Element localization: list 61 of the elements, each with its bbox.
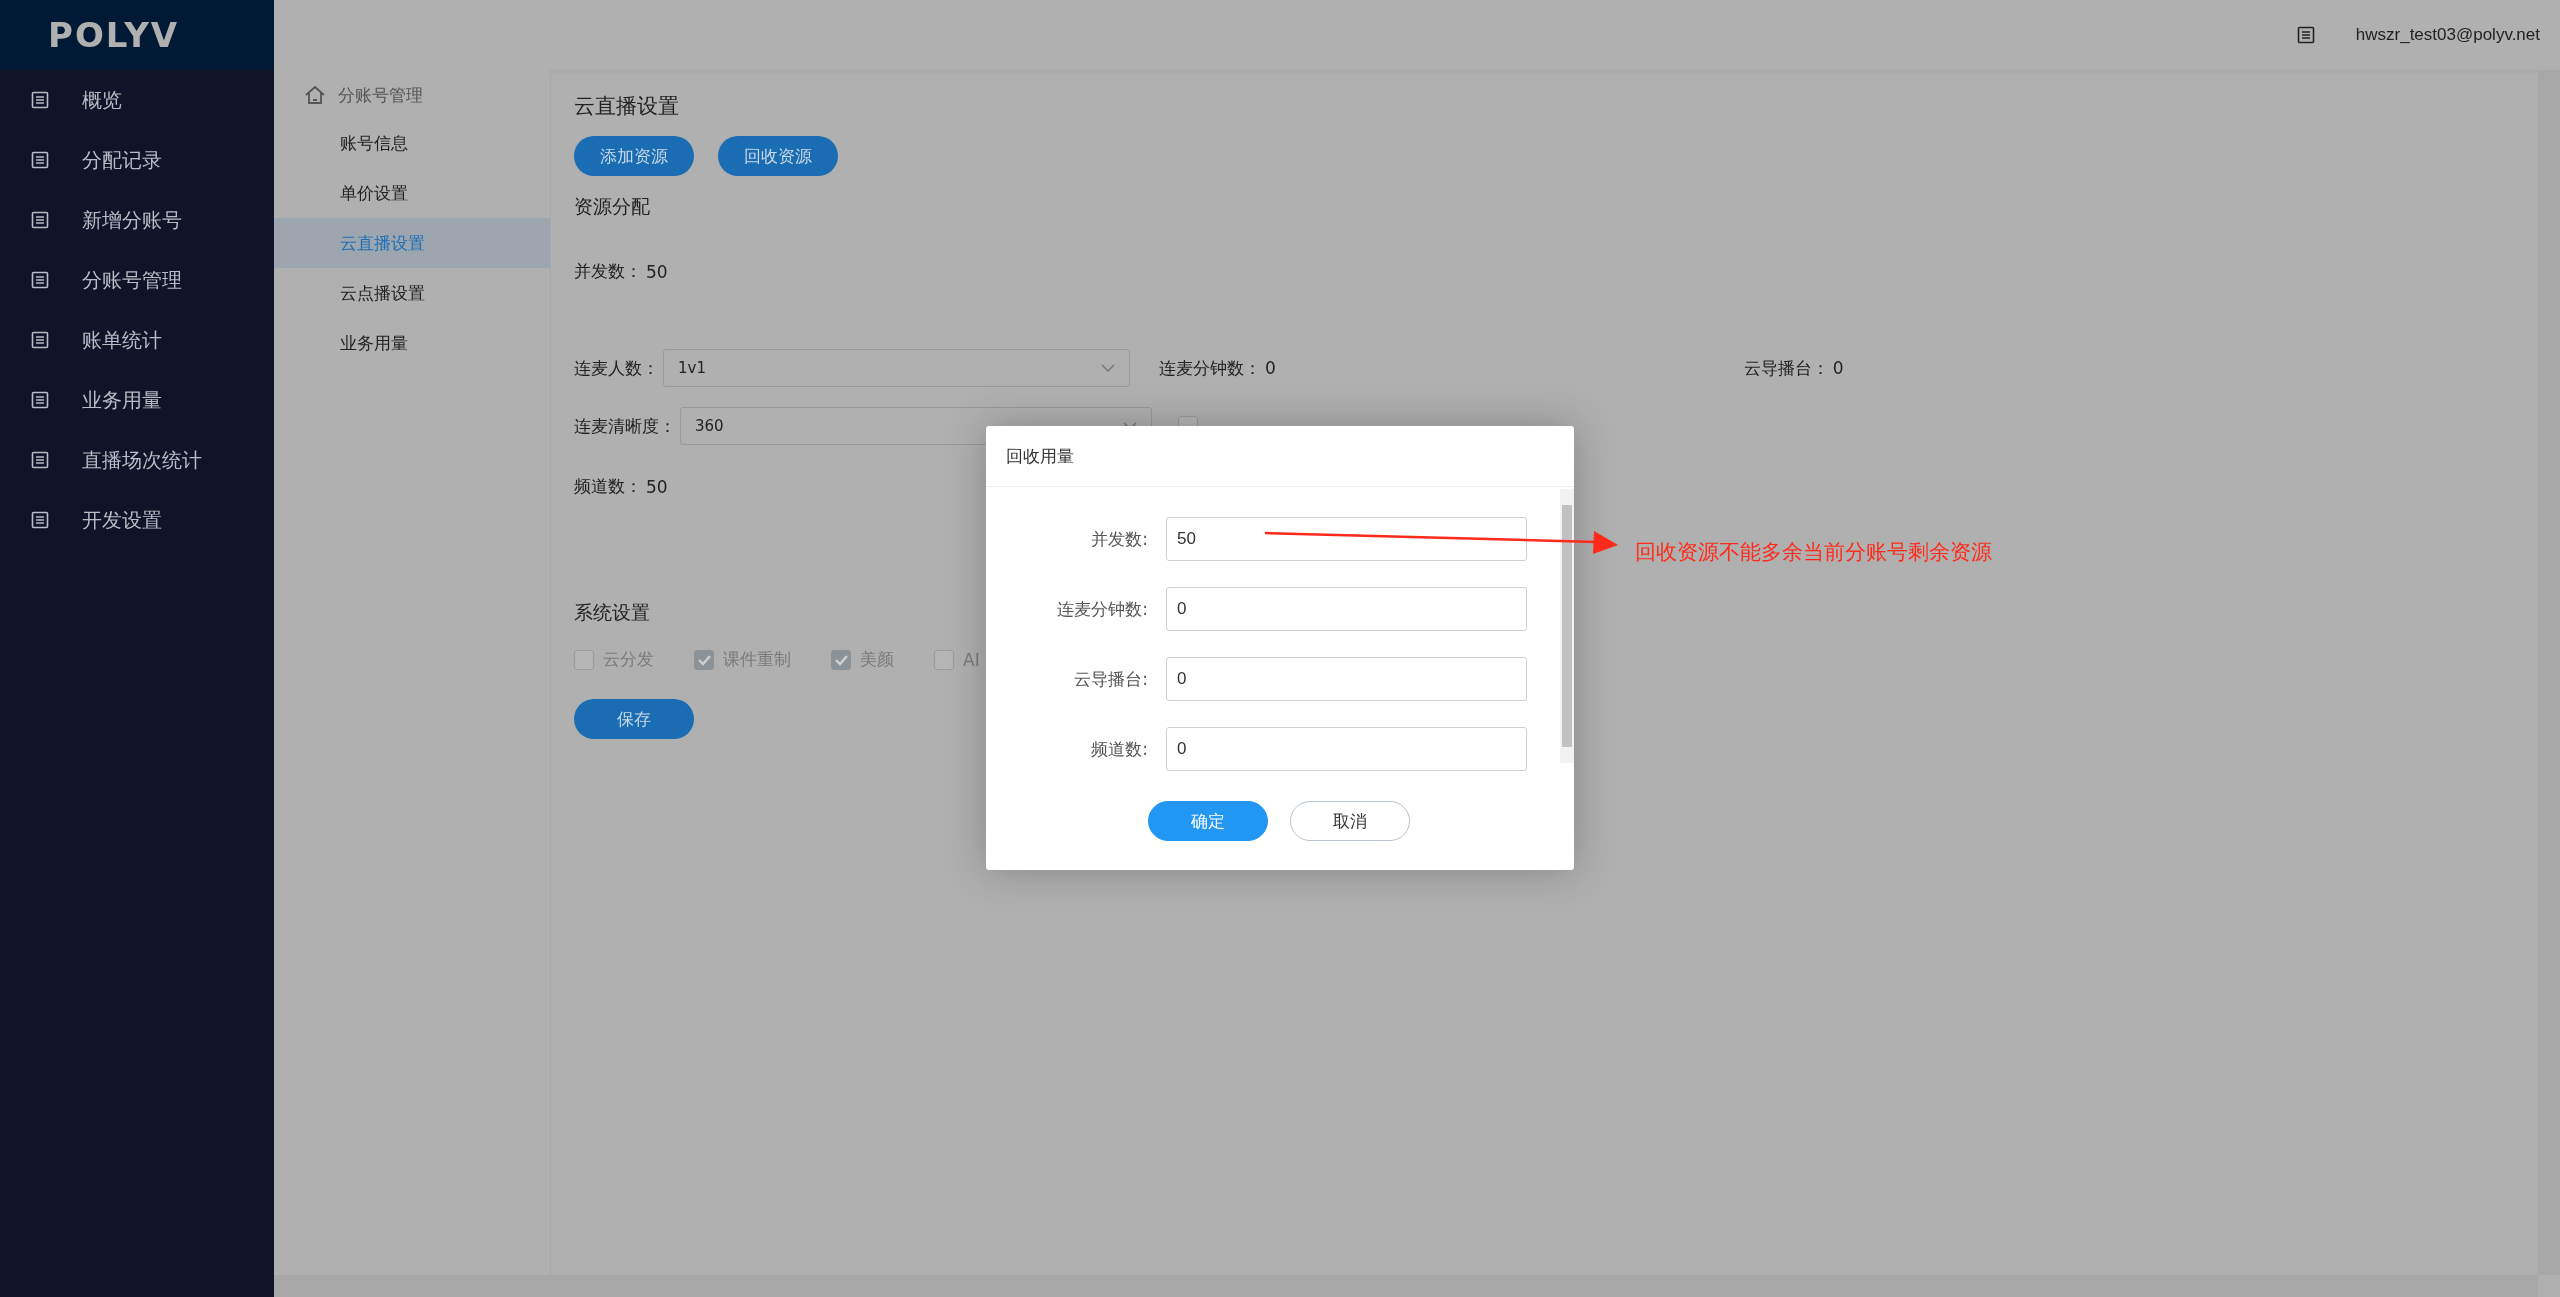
input-field[interactable]: 0 bbox=[1166, 587, 1527, 631]
action-button[interactable]: 添加资源 bbox=[574, 136, 694, 176]
select-field[interactable]: 1v1 bbox=[663, 349, 1130, 387]
chevron-icon bbox=[1101, 363, 1115, 373]
input-field[interactable]: 50 bbox=[1166, 517, 1527, 561]
horizontal-scrollbar[interactable] bbox=[274, 1275, 2538, 1297]
field-value: 50 bbox=[646, 261, 668, 282]
sidebar-item[interactable]: 账单统计 bbox=[0, 310, 274, 370]
annotation-text: 回收资源不能多余当前分账号剩余资源 bbox=[1635, 539, 1992, 566]
sidebar-item[interactable]: 分账号管理 bbox=[0, 250, 274, 310]
field-value: 50 bbox=[646, 476, 668, 497]
field-label: 频道数： bbox=[574, 475, 642, 498]
page-title: 云直播设置 bbox=[574, 93, 680, 116]
list-icon bbox=[30, 90, 50, 110]
cancel-button[interactable]: 取消 bbox=[1289, 801, 1410, 841]
dialog-title: 回收用量 bbox=[1006, 444, 1074, 468]
sidebar-item[interactable]: 业务用量 bbox=[0, 370, 274, 430]
action-button[interactable]: 回收资源 bbox=[718, 136, 838, 176]
field-label: 连麦人数： bbox=[574, 356, 659, 380]
dialog-scrollbar[interactable] bbox=[1560, 489, 1574, 763]
field-label: 云导播台： bbox=[1743, 356, 1829, 380]
field-label: 连麦分钟数: bbox=[1056, 597, 1148, 621]
list-icon bbox=[30, 510, 50, 530]
field-value: 0 bbox=[1265, 358, 1276, 378]
subnav-item[interactable]: 账号信息 bbox=[274, 118, 550, 168]
check-icon bbox=[697, 653, 711, 666]
field-label: 频道数: bbox=[1090, 737, 1148, 761]
field-label: 云导播台: bbox=[1073, 667, 1148, 691]
breadcrumb-title: 分账号管理 bbox=[338, 83, 423, 107]
field-label: 连麦分钟数： bbox=[1159, 356, 1261, 380]
field-value: 0 bbox=[1832, 358, 1844, 378]
sidebar-item[interactable]: 新增分账号 bbox=[0, 190, 274, 250]
section-title: 资源分配 bbox=[574, 194, 650, 219]
subnav-item[interactable]: 业务用量 bbox=[274, 318, 550, 368]
list-icon bbox=[30, 450, 50, 470]
user-email[interactable]: hwszr_test03@polyv.net bbox=[2355, 25, 2540, 45]
sidebar-item[interactable]: 直播场次统计 bbox=[0, 430, 274, 490]
list-icon bbox=[30, 210, 50, 230]
checkbox[interactable] bbox=[831, 649, 851, 670]
subnav-item[interactable]: 单价设置 bbox=[274, 168, 550, 218]
field-label: 连麦清晰度： bbox=[574, 414, 676, 438]
list-icon bbox=[30, 330, 50, 350]
sidebar-item[interactable]: 概览 bbox=[0, 70, 274, 130]
checkbox[interactable] bbox=[934, 649, 954, 670]
field-label: 并发数: bbox=[1090, 527, 1148, 551]
notes-icon bbox=[2295, 25, 2316, 45]
section-title: 系统设置 bbox=[574, 600, 650, 625]
sidebar-item[interactable]: 开发设置 bbox=[0, 490, 274, 550]
subnav-item[interactable]: 云点播设置 bbox=[274, 268, 550, 318]
list-icon bbox=[30, 150, 50, 170]
checkbox[interactable] bbox=[694, 649, 714, 670]
input-field[interactable]: 0 bbox=[1166, 657, 1527, 701]
list-icon bbox=[30, 390, 50, 410]
home-icon bbox=[304, 85, 326, 105]
save-button[interactable]: 保存 bbox=[574, 699, 694, 739]
sidebar-item[interactable]: 分配记录 bbox=[0, 130, 274, 190]
list-icon bbox=[30, 270, 50, 290]
check-icon bbox=[834, 653, 848, 666]
input-field[interactable]: 0 bbox=[1166, 727, 1527, 771]
checkbox[interactable] bbox=[574, 649, 594, 670]
field-label: 并发数： bbox=[574, 260, 642, 283]
